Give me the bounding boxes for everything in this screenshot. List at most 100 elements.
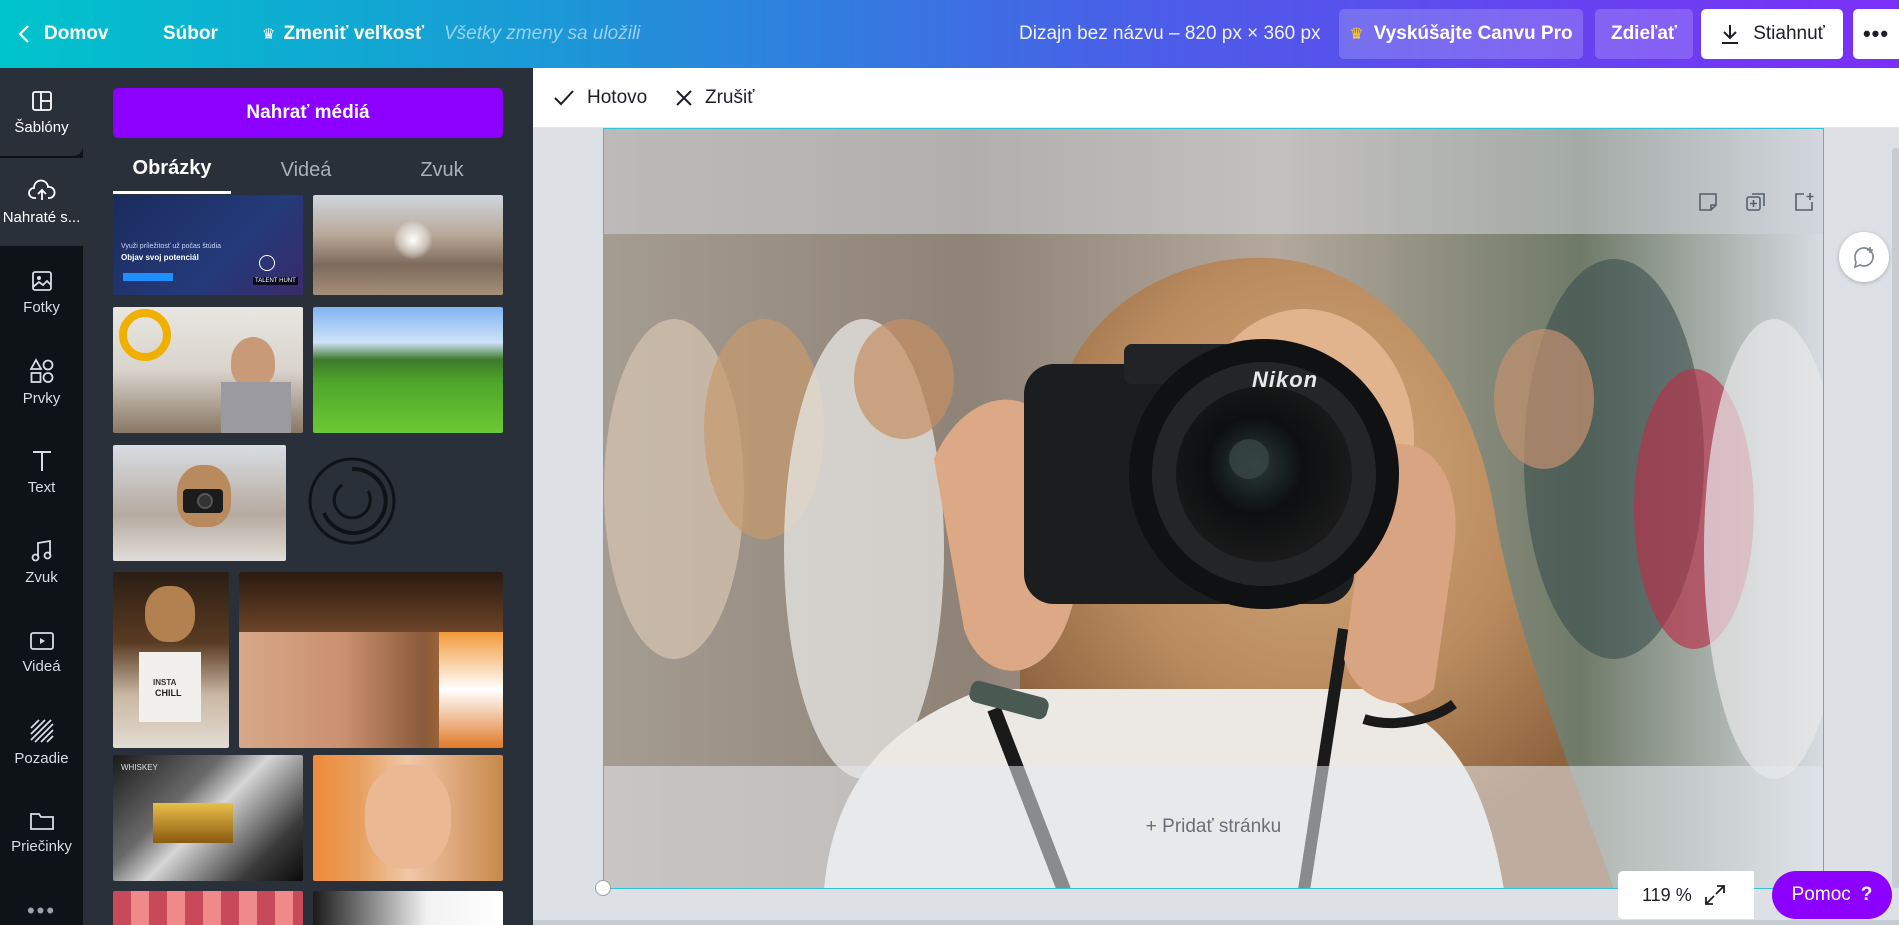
help-button[interactable]: Pomoc ? <box>1772 871 1892 919</box>
thumb-text: INSTA <box>153 678 177 687</box>
left-icon-rail: Šablóny Nahraté s... Fotky Prvky Text Zv… <box>0 68 83 925</box>
rail-item-label: Prvky <box>22 389 61 407</box>
tab-images[interactable]: Obrázky <box>113 146 231 194</box>
design-page[interactable]: Nikon + Pridať stránku <box>603 128 1824 889</box>
crown-icon: ♛ <box>262 26 276 43</box>
rail-item-label: Nahraté s... <box>2 208 81 226</box>
file-label: Súbor <box>163 23 218 44</box>
try-pro-button[interactable]: ♛ Vyskúšajte Canvu Pro <box>1339 9 1583 59</box>
background-icon <box>29 718 54 743</box>
canvas-area: Nikon + Pridať stránku <box>533 128 1899 925</box>
rail-item-elements[interactable]: Prvky <box>0 338 83 426</box>
camera-brand-label: Nikon <box>1252 367 1319 392</box>
thumb-shirt-shape <box>221 382 291 433</box>
text-icon <box>32 450 51 471</box>
share-button[interactable]: Zdieľať <box>1595 9 1693 59</box>
done-button[interactable]: Hotovo <box>553 68 647 128</box>
cancel-label: Zrušiť <box>705 87 755 108</box>
folder-icon <box>29 812 54 830</box>
notes-icon[interactable] <box>1697 191 1719 213</box>
media-thumbnail[interactable]: Využi príležitosť už počas štúdia Objav … <box>113 195 303 295</box>
home-label: Domov <box>44 23 109 44</box>
media-thumbnail[interactable] <box>313 307 503 433</box>
thumb-text: Objav svoj potenciál <box>121 253 199 262</box>
media-thumbnail[interactable] <box>313 755 503 881</box>
media-thumbnail[interactable] <box>113 891 303 925</box>
circle-logo-icon <box>308 457 396 545</box>
thumb-face-shape <box>365 765 451 869</box>
save-status: Všetky zmeny sa uložili <box>444 23 641 44</box>
rail-item-label: Priečinky <box>11 837 72 855</box>
rail-item-audio[interactable]: Zvuk <box>0 518 83 606</box>
image-edit-toolbar: Hotovo Zrušiť <box>533 68 1899 128</box>
resize-button[interactable]: ♛ Zmeniť veľkosť <box>262 0 424 68</box>
video-icon <box>29 631 54 650</box>
check-icon <box>554 90 574 106</box>
upload-media-button[interactable]: Nahrať médiá <box>113 88 503 138</box>
rail-item-label: Text <box>27 478 56 496</box>
chevron-left-icon <box>18 25 29 43</box>
rail-item-label: Šablóny <box>14 118 69 136</box>
media-thumbnail[interactable] <box>113 445 286 561</box>
tab-audio[interactable]: Zvuk <box>381 146 503 194</box>
rail-item-label: Fotky <box>23 298 60 316</box>
photo-icon <box>31 270 52 291</box>
download-label: Stiahnuť <box>1753 23 1825 44</box>
elements-icon <box>28 357 53 383</box>
rail-item-background[interactable]: Pozadie <box>0 698 83 786</box>
duplicate-page-icon[interactable] <box>1745 191 1767 213</box>
thumb-text: WHISKEY <box>121 763 158 772</box>
rail-item-videos[interactable]: Videá <box>0 608 83 696</box>
tab-videos[interactable]: Videá <box>231 146 381 194</box>
rail-item-label: Videá <box>22 657 61 675</box>
resize-handle[interactable] <box>595 880 611 896</box>
media-thumbnail[interactable] <box>113 307 303 433</box>
add-comment-button[interactable] <box>1839 232 1889 282</box>
rail-item-photos[interactable]: Fotky <box>0 248 83 336</box>
fullscreen-icon[interactable] <box>1704 884 1726 906</box>
rail-item-label: Pozadie <box>14 749 69 767</box>
thumb-circle-shape <box>119 309 171 361</box>
rail-item-label: Zvuk <box>25 568 58 586</box>
rail-item-text[interactable]: Text <box>0 428 83 516</box>
page-toolbar <box>1697 191 1815 213</box>
resize-label: Zmeniť veľkosť <box>283 23 425 44</box>
download-button[interactable]: Stiahnuť <box>1701 9 1843 59</box>
design-title[interactable]: Dizajn bez názvu – 820 px × 360 px <box>1019 0 1321 68</box>
media-thumbnail[interactable] <box>239 572 503 748</box>
thumb-logo-shape <box>259 255 275 271</box>
media-thumbnail[interactable]: INSTA CHILL <box>113 572 229 748</box>
rail-more-button[interactable]: ••• <box>0 898 83 924</box>
question-icon: ? <box>1860 884 1873 905</box>
media-thumbnail[interactable] <box>313 195 503 295</box>
thumb-liquid-shape <box>153 803 233 843</box>
comment-add-icon <box>1853 247 1874 269</box>
try-pro-label: Vyskúšajte Canvu Pro <box>1373 23 1573 44</box>
zoom-value: 119 % <box>1642 884 1692 905</box>
music-icon <box>31 539 51 561</box>
media-thumbnail[interactable]: WHISKEY <box>113 755 303 881</box>
cancel-button[interactable]: Zrušiť <box>675 68 754 128</box>
home-button[interactable]: Domov <box>18 0 108 68</box>
help-label: Pomoc <box>1791 884 1851 905</box>
zoom-control[interactable]: 119 % <box>1618 871 1754 919</box>
rail-item-uploads[interactable]: Nahraté s... <box>0 158 83 246</box>
thumb-button-shape <box>123 273 173 281</box>
media-tabs: Obrázky Videá Zvuk <box>113 146 503 194</box>
thumb-hair-shape <box>239 572 503 632</box>
media-thumbnail[interactable] <box>313 891 503 925</box>
thumb-light-shape <box>393 220 433 260</box>
rail-item-folders[interactable]: Priečinky <box>0 788 83 876</box>
media-thumbnail[interactable] <box>296 445 503 561</box>
rail-item-templates[interactable]: Šablóny <box>0 68 83 156</box>
bottom-strip <box>533 920 1899 925</box>
file-menu-button[interactable]: Súbor <box>163 0 218 68</box>
add-page-icon[interactable] <box>1793 191 1815 213</box>
vertical-scrollbar[interactable] <box>1892 148 1899 888</box>
thumb-bg-shape <box>439 632 503 748</box>
more-options-button[interactable]: ••• <box>1853 9 1899 59</box>
download-icon <box>1722 25 1739 44</box>
add-page-button[interactable]: + Pridať stránku <box>604 766 1823 888</box>
thumb-badge: TALENT HUNT <box>253 277 298 285</box>
templates-icon <box>31 90 52 111</box>
